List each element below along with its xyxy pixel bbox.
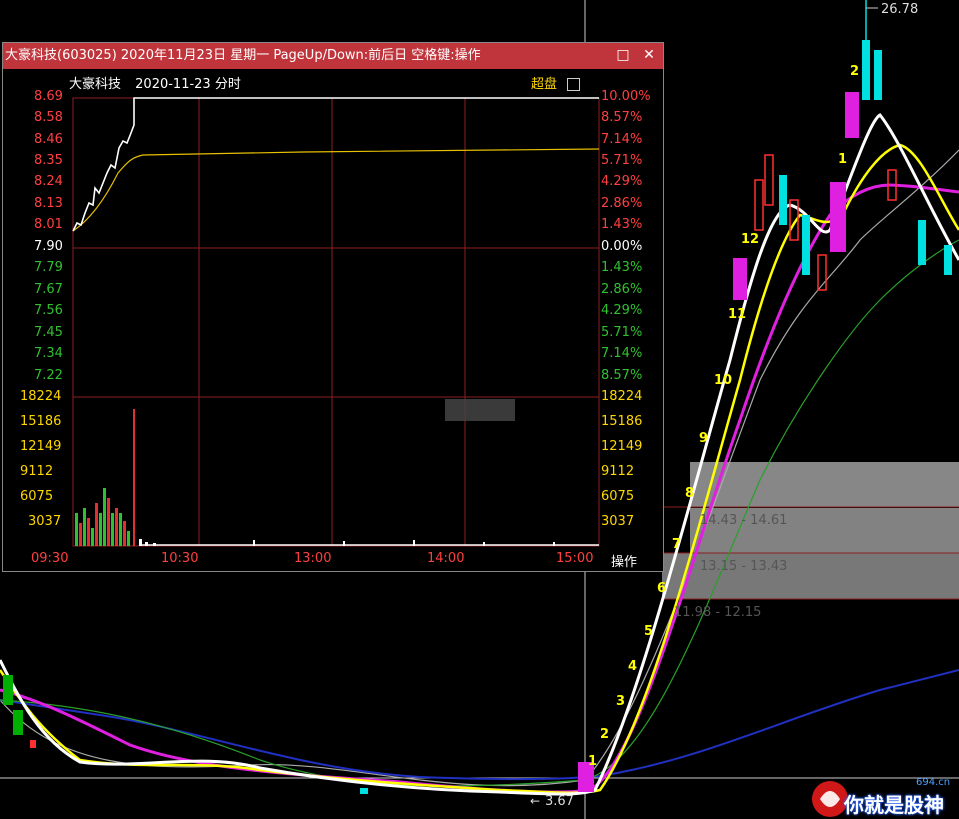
svg-text:6: 6 [657,581,666,596]
watermark: 694.cn 你就是股神 [808,775,953,819]
svg-text:7: 7 [672,537,681,552]
plot-frame [72,97,600,547]
svg-text:8: 8 [685,486,694,501]
volume-tick: 15186 [20,414,62,429]
volume-tick: 9112 [20,464,54,479]
svg-text:3: 3 [616,694,625,709]
volume-tick: 18224 [20,389,62,404]
pct-tick: 1.43% [601,260,643,275]
svg-text:2: 2 [600,727,609,742]
operate-button[interactable]: 操作 [611,551,637,570]
volume-bars [75,409,599,546]
pct-tick: 1.43% [601,217,643,232]
svg-text:11: 11 [728,307,746,322]
volume-tick: 6075 [601,489,635,504]
pct-tick: 4.29% [601,174,643,189]
volume-tick: 3037 [28,514,62,529]
pct-tick: 5.71% [601,153,643,168]
pct-tick: 4.29% [601,303,643,318]
svg-text:1: 1 [838,152,847,167]
svg-text:5: 5 [644,624,653,639]
high-price-label: 26.78 [881,2,918,17]
svg-text:9: 9 [699,431,708,446]
low-arrow: ← [530,794,540,808]
price-tick: 8.13 [34,196,63,211]
zone-box-1 [690,462,959,507]
volume-tick: 3037 [601,514,635,529]
zone-label-1: 14.43 - 14.61 [700,513,787,528]
pct-tick: 8.57% [601,110,643,125]
svg-text:1: 1 [588,754,597,769]
svg-text:4: 4 [628,659,637,674]
candle [764,154,774,206]
price-tick: 8.69 [34,89,63,104]
candle [830,182,846,252]
candle [360,788,368,794]
candle [733,258,747,300]
watermark-site: 694.cn [916,777,951,788]
price-tick: 7.56 [34,303,63,318]
intraday-popup[interactable]: 大豪科技(603025) 2020年11月23日 星期一 PageUp/Down… [2,42,664,572]
pct-tick: 5.71% [601,325,643,340]
price-tick: 7.67 [34,282,63,297]
price-tick: 7.79 [34,260,63,275]
candle [918,220,926,265]
volume-tick: 12149 [601,439,643,454]
low-price-label: 3.67 [545,794,574,809]
candle [13,710,23,735]
price-tick: 7.45 [34,325,63,340]
price-tick: 7.34 [34,346,63,361]
time-tick: 10:30 [161,551,199,566]
time-tick: 14:00 [427,551,465,566]
candle [944,245,952,275]
candle [3,675,13,705]
volume-tick: 15186 [601,414,643,429]
pct-tick: 0.00% [601,239,643,254]
avg-price-line [72,148,600,232]
watermark-text: 你就是股神 [844,793,944,817]
grid-v [198,98,466,546]
blur-patch [445,399,515,421]
candle [845,92,859,138]
volume-tick: 18224 [601,389,643,404]
pct-tick: 7.14% [601,346,643,361]
pct-tick: 10.00% [601,89,651,104]
grid-h [73,247,599,398]
price-tick: 7.22 [34,368,63,383]
time-tick: 09:30 [31,551,69,566]
price-tick: 8.35 [34,153,63,168]
candle [862,40,870,100]
svg-text:2: 2 [850,64,859,79]
time-tick: 15:00 [556,551,594,566]
volume-tick: 6075 [20,489,54,504]
candle [754,179,764,231]
pct-tick: 8.57% [601,368,643,383]
price-line [72,97,599,232]
price-tick: 8.24 [34,174,63,189]
zone-label-2: 13.15 - 13.43 [700,559,787,574]
svg-text:12: 12 [741,232,759,247]
volume-tick: 12149 [20,439,62,454]
pct-tick: 2.86% [601,282,643,297]
zone-label-3: 11.98 - 12.15 [674,605,761,620]
price-tick: 8.01 [34,217,63,232]
candle [802,215,810,275]
candle [30,740,36,748]
pct-tick: 7.14% [601,132,643,147]
time-tick: 13:00 [294,551,332,566]
pct-tick: 2.86% [601,196,643,211]
candle [874,50,882,100]
svg-text:10: 10 [714,373,732,388]
price-tick: 8.46 [34,132,63,147]
candle [779,175,787,225]
price-tick: 8.58 [34,110,63,125]
price-tick: 7.90 [34,239,63,254]
volume-tick: 9112 [601,464,635,479]
intraday-chart [72,97,600,547]
